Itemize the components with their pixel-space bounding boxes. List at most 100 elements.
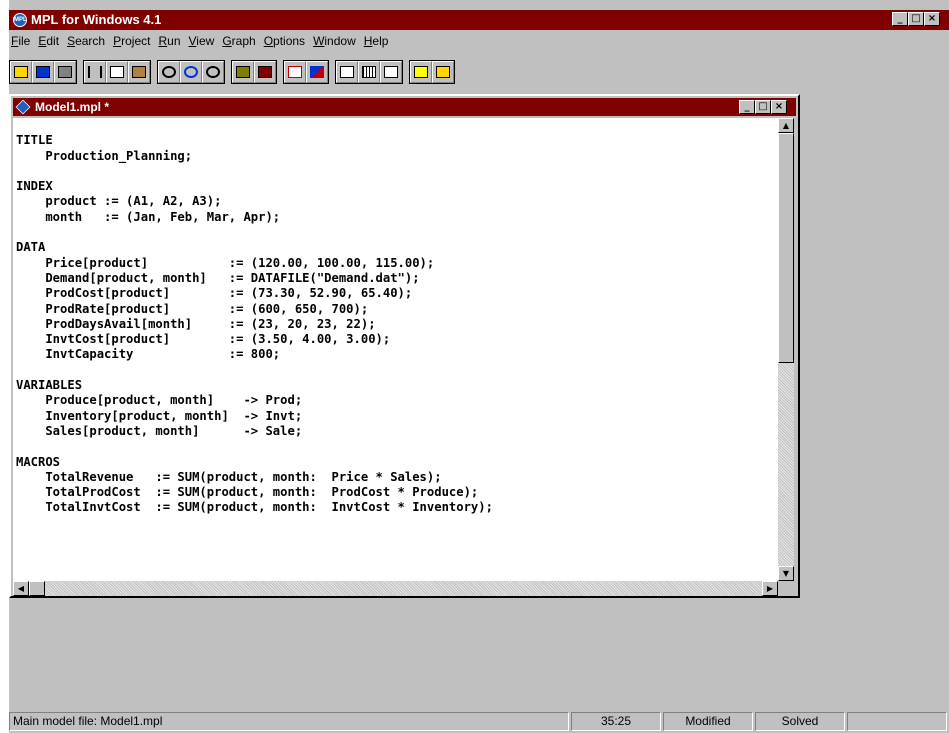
check-button[interactable] (284, 61, 306, 83)
code-line[interactable]: Demand[product, month] := DATAFILE("Dema… (13, 271, 778, 286)
document-title-bar[interactable]: Model1.mpl * _ □ × (13, 98, 796, 116)
horizontal-scrollbar[interactable]: ◀ ▶ (13, 581, 778, 596)
minimize-button[interactable]: _ (892, 12, 908, 26)
find-button[interactable] (158, 61, 180, 83)
code-line[interactable] (13, 363, 778, 378)
doc-close-button[interactable]: × (771, 100, 787, 114)
code-line[interactable]: DATA (13, 240, 778, 255)
open-icon (14, 66, 28, 78)
toolbar-group (409, 60, 455, 84)
solve-icon (258, 66, 272, 78)
replace-icon (184, 66, 198, 78)
close-button[interactable]: × (924, 12, 940, 26)
check-icon (288, 66, 302, 78)
code-line[interactable] (13, 225, 778, 240)
code-line[interactable]: Produce[product, month] -> Prod; (13, 393, 778, 408)
code-line[interactable]: month := (Jan, Feb, Mar, Apr); (13, 210, 778, 225)
print-icon (58, 66, 72, 78)
find-icon (162, 66, 176, 78)
vertical-scroll-thumb[interactable] (778, 133, 794, 363)
menu-help[interactable]: Help (362, 32, 395, 52)
print-button[interactable] (54, 61, 76, 83)
mpl-application: MPL MPL for Windows 4.1 _ □ × File Edit Se… (9, 0, 949, 733)
code-line[interactable]: product := (A1, A2, A3); (13, 194, 778, 209)
code-line[interactable]: Price[product] := (120.00, 100.00, 115.0… (13, 256, 778, 271)
find-next-icon (206, 66, 220, 78)
code-line[interactable]: InvtCost[product] := (3.50, 4.00, 3.00); (13, 332, 778, 347)
parse-icon (236, 66, 250, 78)
paste-button[interactable] (128, 61, 150, 83)
chart-button[interactable] (380, 61, 402, 83)
scroll-down-button[interactable]: ▼ (778, 566, 794, 581)
new-file-button[interactable] (410, 61, 432, 83)
sql-icon (340, 66, 354, 78)
chart-icon (384, 66, 398, 78)
menu-window[interactable]: Window (311, 32, 362, 52)
status-modified: Modified (663, 712, 753, 731)
code-line[interactable] (13, 118, 778, 133)
toolbar-group (283, 60, 329, 84)
code-line[interactable]: INDEX (13, 179, 778, 194)
vertical-scrollbar[interactable]: ▲ ▼ (778, 118, 794, 581)
code-line[interactable] (13, 439, 778, 454)
code-line[interactable] (13, 164, 778, 179)
status-main-file: Main model file: Model1.mpl (9, 712, 569, 731)
menu-bar: File Edit Search Project Run View Graph Options… (9, 32, 394, 52)
save-icon (36, 66, 50, 78)
code-line[interactable]: TotalInvtCost := SUM(product, month: Inv… (13, 500, 778, 515)
code-line[interactable]: VARIABLES (13, 378, 778, 393)
menu-run[interactable]: Run (156, 32, 186, 52)
toolbar (9, 58, 461, 86)
scroll-up-button[interactable]: ▲ (778, 118, 794, 133)
code-line[interactable]: ProdRate[product] := (600, 650, 700); (13, 302, 778, 317)
toolbar-group (83, 60, 151, 84)
toolbar-group (231, 60, 277, 84)
doc-minimize-button[interactable]: _ (739, 100, 755, 114)
code-line[interactable]: MACROS (13, 455, 778, 470)
find-next-button[interactable] (202, 61, 224, 83)
code-editor[interactable]: TITLE Production_Planning; INDEX product … (13, 118, 778, 581)
toolbar-group (157, 60, 225, 84)
parse-button[interactable] (232, 61, 254, 83)
maximize-button[interactable]: □ (908, 12, 924, 26)
scroll-right-button[interactable]: ▶ (762, 581, 778, 596)
cut-button[interactable] (84, 61, 106, 83)
code-line[interactable]: TotalRevenue := SUM(product, month: Pric… (13, 470, 778, 485)
document-title: Model1.mpl * (35, 100, 110, 114)
app-title-bar[interactable]: MPL MPL for Windows 4.1 _ □ × (9, 10, 949, 30)
open-project-icon (436, 66, 450, 78)
mpl-app-icon[interactable]: MPL (13, 13, 27, 27)
menu-edit[interactable]: Edit (36, 32, 65, 52)
code-line[interactable]: Inventory[product, month] -> Invt; (13, 409, 778, 424)
code-line[interactable]: ProdDaysAvail[month] := (23, 20, 23, 22)… (13, 317, 778, 332)
code-line[interactable]: InvtCapacity := 800; (13, 347, 778, 362)
matrix-button[interactable] (358, 61, 380, 83)
app-title: MPL for Windows 4.1 (31, 12, 162, 27)
menu-options[interactable]: Options (262, 32, 311, 52)
code-line[interactable]: TITLE (13, 133, 778, 148)
code-line[interactable]: ProdCost[product] := (73.30, 52.90, 65.4… (13, 286, 778, 301)
scroll-left-button[interactable]: ◀ (13, 581, 29, 596)
replace-button[interactable] (180, 61, 202, 83)
open-button[interactable] (10, 61, 32, 83)
solve-button[interactable] (254, 61, 276, 83)
menu-view[interactable]: View (187, 32, 221, 52)
copy-button[interactable] (106, 61, 128, 83)
horizontal-scroll-thumb[interactable] (29, 581, 45, 596)
save-button[interactable] (32, 61, 54, 83)
document-icon[interactable] (15, 99, 31, 115)
code-line[interactable]: TotalProdCost := SUM(product, month: Pro… (13, 485, 778, 500)
code-line[interactable]: Production_Planning; (13, 149, 778, 164)
sql-button[interactable] (336, 61, 358, 83)
menu-file[interactable]: File (9, 32, 36, 52)
menu-search[interactable]: Search (65, 32, 111, 52)
resize-grip[interactable] (778, 581, 794, 596)
status-solved: Solved (755, 712, 845, 731)
code-line[interactable]: Sales[product, month] -> Sale; (13, 424, 778, 439)
menu-project[interactable]: Project (111, 32, 156, 52)
open-project-button[interactable] (432, 61, 454, 83)
doc-maximize-button[interactable]: □ (755, 100, 771, 114)
matrix-icon (362, 66, 376, 78)
menu-graph[interactable]: Graph (220, 32, 261, 52)
graph-button[interactable] (306, 61, 328, 83)
